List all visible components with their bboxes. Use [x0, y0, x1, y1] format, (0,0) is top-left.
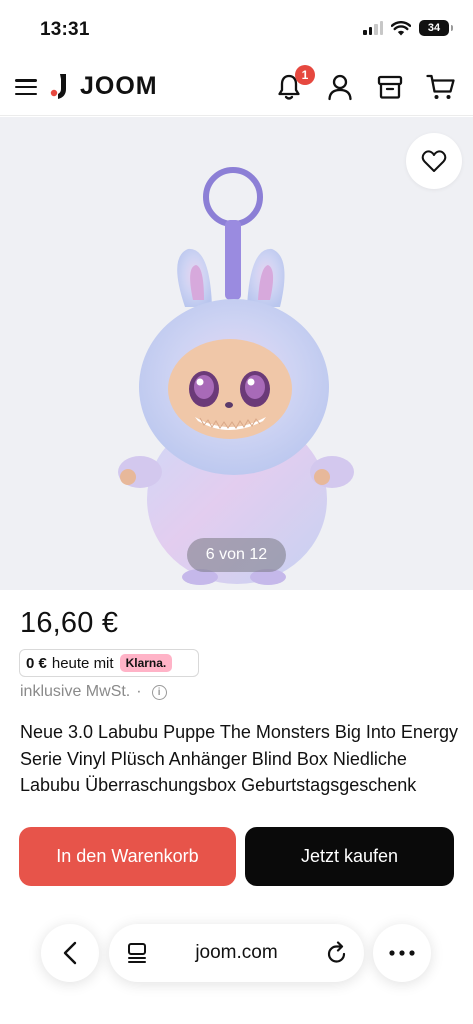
browser-back-button[interactable] — [41, 924, 99, 982]
info-icon[interactable]: i — [151, 684, 167, 700]
battery-level: 34 — [427, 22, 441, 34]
status-time: 13:31 — [40, 19, 90, 40]
tax-note: inklusive MwSt. · i — [20, 683, 167, 701]
tax-note-text: inklusive MwSt. — [20, 683, 131, 700]
add-to-cart-button[interactable]: In den Warenkorb — [19, 827, 236, 886]
image-counter: 6 von 12 — [187, 538, 286, 572]
status-icons: 34 — [363, 20, 453, 36]
favorite-button[interactable] — [406, 133, 462, 189]
reload-icon[interactable] — [326, 941, 348, 965]
heart-icon — [421, 150, 447, 172]
klarna-text: heute mit — [51, 654, 114, 672]
klarna-logo: Klarna. — [119, 654, 173, 672]
address-bar[interactable]: joom.com — [109, 924, 364, 982]
more-options-button[interactable] — [373, 924, 431, 982]
notifications-button[interactable]: 1 — [272, 65, 315, 104]
cart-icon — [426, 74, 455, 99]
cellular-signal-icon — [363, 21, 383, 35]
url-text: joom.com — [195, 942, 278, 963]
joom-logo-mark — [50, 74, 66, 99]
menu-icon[interactable] — [15, 79, 37, 96]
product-image — [118, 167, 354, 585]
logo-text: JOOM — [80, 71, 158, 100]
product-price: 16,60 € — [20, 607, 119, 639]
klarna-amount: 0 € — [26, 654, 47, 672]
wifi-icon — [391, 20, 411, 35]
tax-separator: · — [136, 683, 142, 700]
user-icon — [328, 74, 352, 101]
app-header: JOOM 1 — [0, 58, 473, 116]
battery-icon: 34 — [419, 20, 453, 36]
notification-badge: 1 — [295, 65, 315, 85]
tabs-icon — [128, 943, 146, 963]
more-icon — [389, 950, 415, 956]
status-bar: 13:31 34 — [0, 0, 473, 58]
browser-toolbar: joom.com — [0, 896, 473, 1024]
account-button[interactable] — [323, 70, 357, 104]
orders-button[interactable] — [373, 70, 407, 104]
cart-button[interactable] — [424, 70, 458, 104]
klarna-offer[interactable]: 0 € heute mit Klarna. — [19, 649, 199, 677]
back-icon — [63, 941, 77, 965]
product-gallery[interactable]: 6 von 12 — [0, 117, 473, 590]
product-title: Neue 3.0 Labubu Puppe The Monsters Big I… — [20, 722, 458, 795]
buy-now-button[interactable]: Jetzt kaufen — [245, 827, 454, 886]
joom-logo[interactable]: JOOM — [50, 71, 158, 101]
archive-icon — [377, 75, 403, 99]
